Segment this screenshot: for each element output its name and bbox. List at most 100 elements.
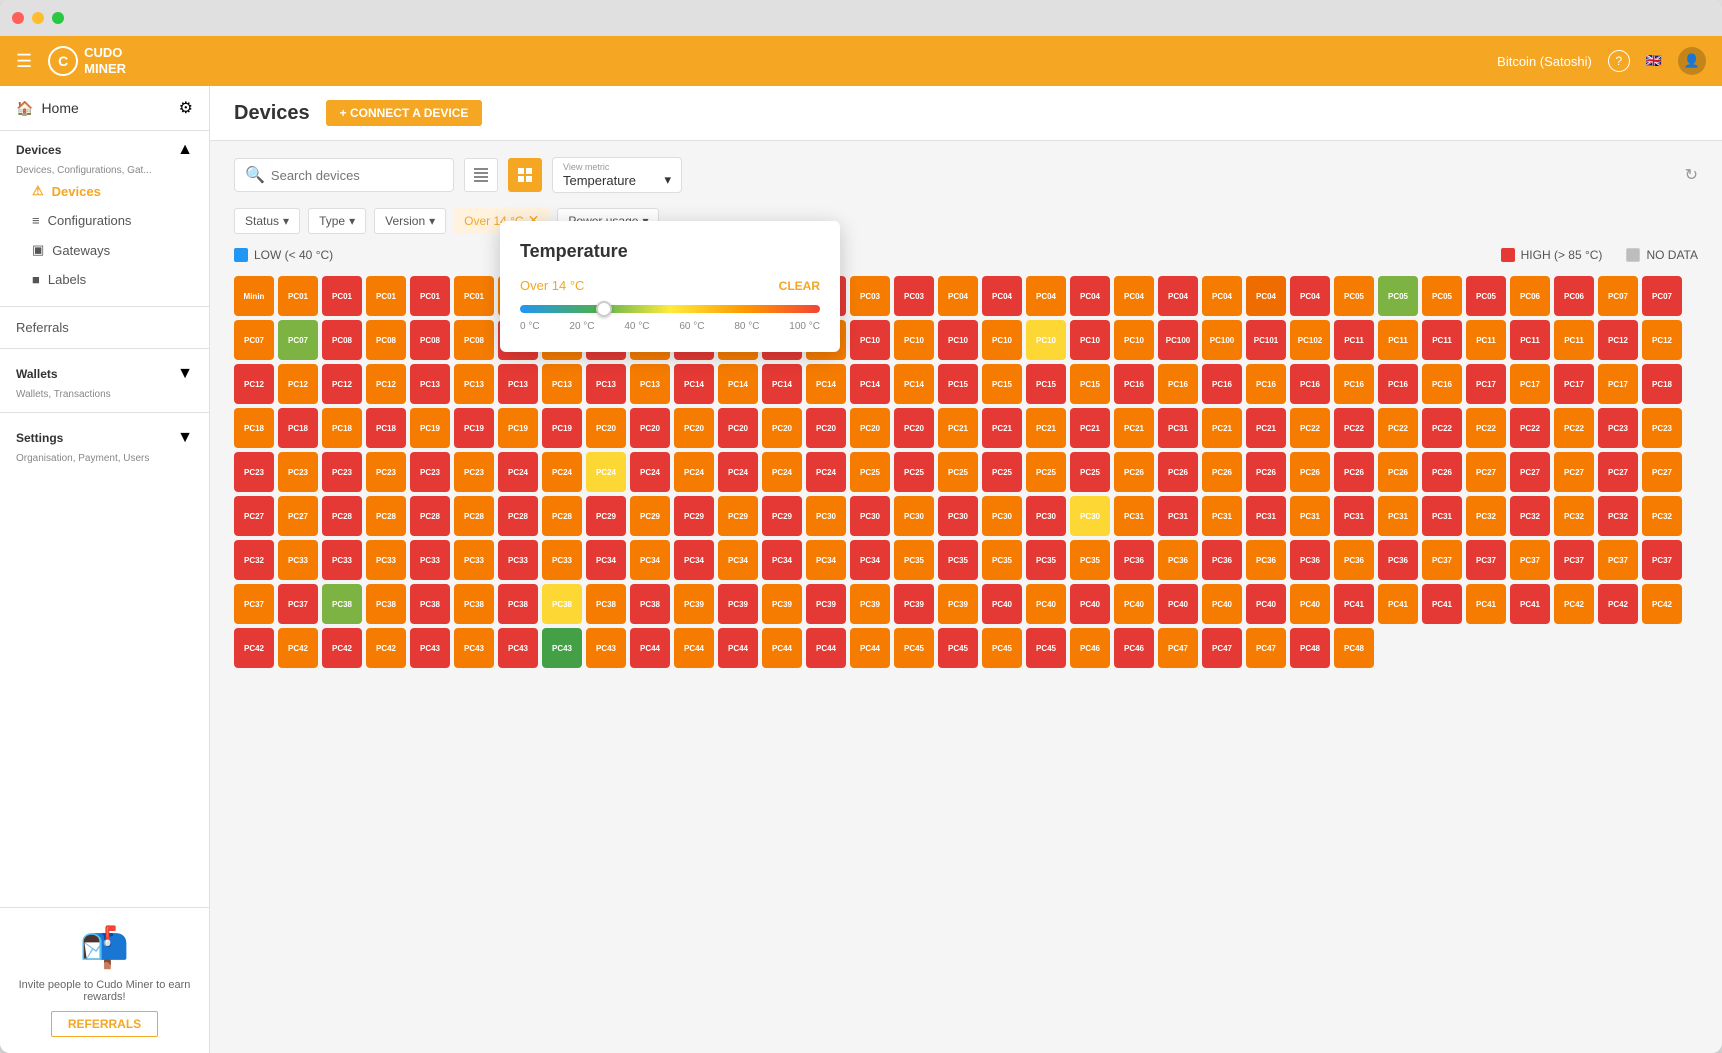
device-tile[interactable]: PC26 <box>1246 452 1286 492</box>
device-tile[interactable]: PC03 <box>894 276 934 316</box>
device-tile[interactable]: PC27 <box>1466 452 1506 492</box>
device-tile[interactable]: PC20 <box>586 408 626 448</box>
device-tile[interactable]: PC16 <box>1246 364 1286 404</box>
device-tile[interactable]: PC05 <box>1378 276 1418 316</box>
device-tile[interactable]: PC28 <box>410 496 450 536</box>
device-tile[interactable]: PC10 <box>850 320 890 360</box>
device-tile[interactable]: PC24 <box>542 452 582 492</box>
device-tile[interactable]: PC03 <box>850 276 890 316</box>
device-tile[interactable]: PC22 <box>1510 408 1550 448</box>
device-tile[interactable]: PC31 <box>1378 496 1418 536</box>
device-tile[interactable]: PC01 <box>410 276 450 316</box>
device-tile[interactable]: PC14 <box>762 364 802 404</box>
device-tile[interactable]: PC48 <box>1290 628 1330 668</box>
device-tile[interactable]: PC10 <box>938 320 978 360</box>
type-filter[interactable]: Type ▾ <box>308 208 366 234</box>
device-tile[interactable]: PC18 <box>366 408 406 448</box>
device-tile[interactable]: PC45 <box>982 628 1022 668</box>
device-tile[interactable]: PC41 <box>1510 584 1550 624</box>
device-tile[interactable]: PC39 <box>718 584 758 624</box>
device-tile[interactable]: PC43 <box>542 628 582 668</box>
device-tile[interactable]: PC21 <box>1026 408 1066 448</box>
device-tile[interactable]: PC44 <box>762 628 802 668</box>
device-tile[interactable]: PC40 <box>1290 584 1330 624</box>
device-tile[interactable]: PC30 <box>982 496 1022 536</box>
device-tile[interactable]: PC24 <box>762 452 802 492</box>
device-tile[interactable]: PC16 <box>1290 364 1330 404</box>
device-tile[interactable]: PC30 <box>806 496 846 536</box>
device-tile[interactable]: PC10 <box>1114 320 1154 360</box>
device-tile[interactable]: PC22 <box>1422 408 1462 448</box>
device-tile[interactable]: PC20 <box>630 408 670 448</box>
device-tile[interactable]: PC04 <box>1290 276 1330 316</box>
device-tile[interactable]: PC39 <box>806 584 846 624</box>
device-tile[interactable]: PC38 <box>322 584 362 624</box>
device-tile[interactable]: PC45 <box>1026 628 1066 668</box>
device-tile[interactable]: PC41 <box>1422 584 1462 624</box>
device-tile[interactable]: PC21 <box>1202 408 1242 448</box>
device-tile[interactable]: PC13 <box>454 364 494 404</box>
device-tile[interactable]: PC38 <box>454 584 494 624</box>
grid-view-button[interactable] <box>508 158 542 192</box>
device-tile[interactable]: PC41 <box>1466 584 1506 624</box>
device-tile[interactable]: PC37 <box>1642 540 1682 580</box>
device-tile[interactable]: PC13 <box>542 364 582 404</box>
device-tile[interactable]: PC44 <box>718 628 758 668</box>
device-tile[interactable]: PC42 <box>366 628 406 668</box>
device-tile[interactable]: PC30 <box>850 496 890 536</box>
device-tile[interactable]: PC37 <box>1422 540 1462 580</box>
device-tile[interactable]: PC40 <box>982 584 1022 624</box>
settings-icon[interactable]: ⚙ <box>179 98 193 118</box>
device-tile[interactable]: PC36 <box>1334 540 1374 580</box>
device-tile[interactable]: PC11 <box>1510 320 1550 360</box>
device-tile[interactable]: PC38 <box>630 584 670 624</box>
device-tile[interactable]: PC40 <box>1114 584 1154 624</box>
device-tile[interactable]: PC01 <box>454 276 494 316</box>
device-tile[interactable]: PC47 <box>1246 628 1286 668</box>
search-box[interactable]: 🔍 <box>234 158 454 192</box>
device-tile[interactable]: PC26 <box>1114 452 1154 492</box>
device-tile[interactable]: PC18 <box>278 408 318 448</box>
device-tile[interactable]: PC30 <box>894 496 934 536</box>
device-tile[interactable]: PC43 <box>454 628 494 668</box>
device-tile[interactable]: PC12 <box>366 364 406 404</box>
device-tile[interactable]: PC05 <box>1422 276 1462 316</box>
device-tile[interactable]: PC31 <box>1202 496 1242 536</box>
device-tile[interactable]: PC14 <box>850 364 890 404</box>
device-tile[interactable]: PC25 <box>982 452 1022 492</box>
device-tile[interactable]: PC06 <box>1510 276 1550 316</box>
device-tile[interactable]: PC47 <box>1158 628 1198 668</box>
device-tile[interactable]: PC14 <box>806 364 846 404</box>
device-tile[interactable]: PC11 <box>1466 320 1506 360</box>
device-tile[interactable]: PC16 <box>1202 364 1242 404</box>
device-tile[interactable]: PC29 <box>630 496 670 536</box>
device-tile[interactable]: PC25 <box>938 452 978 492</box>
device-tile[interactable]: PC15 <box>1026 364 1066 404</box>
device-tile[interactable]: PC43 <box>586 628 626 668</box>
sidebar-item-referrals[interactable]: Referrals <box>0 313 209 342</box>
device-tile[interactable]: PC46 <box>1114 628 1154 668</box>
device-tile[interactable]: PC29 <box>762 496 802 536</box>
device-tile[interactable]: PC36 <box>1158 540 1198 580</box>
device-tile[interactable]: PC40 <box>1202 584 1242 624</box>
device-tile[interactable]: PC10 <box>1070 320 1110 360</box>
device-tile[interactable]: PC27 <box>1554 452 1594 492</box>
device-tile[interactable]: PC34 <box>630 540 670 580</box>
device-tile[interactable]: PC10 <box>1026 320 1066 360</box>
currency-label[interactable]: Bitcoin (Satoshi) <box>1497 54 1592 69</box>
device-tile[interactable]: PC31 <box>1422 496 1462 536</box>
device-tile[interactable]: PC100 <box>1202 320 1242 360</box>
device-tile[interactable]: PC40 <box>1070 584 1110 624</box>
device-tile[interactable]: PC31 <box>1158 408 1198 448</box>
device-tile[interactable]: PC21 <box>938 408 978 448</box>
device-tile[interactable]: PC34 <box>762 540 802 580</box>
device-tile[interactable]: PC30 <box>1026 496 1066 536</box>
device-tile[interactable]: PC22 <box>1378 408 1418 448</box>
connect-device-button[interactable]: + CONNECT A DEVICE <box>326 100 483 126</box>
device-tile[interactable]: PC17 <box>1598 364 1638 404</box>
device-tile[interactable]: PC36 <box>1290 540 1330 580</box>
device-tile[interactable]: PC44 <box>806 628 846 668</box>
device-tile[interactable]: PC100 <box>1158 320 1198 360</box>
device-tile[interactable]: PC20 <box>894 408 934 448</box>
device-tile[interactable]: PC08 <box>454 320 494 360</box>
